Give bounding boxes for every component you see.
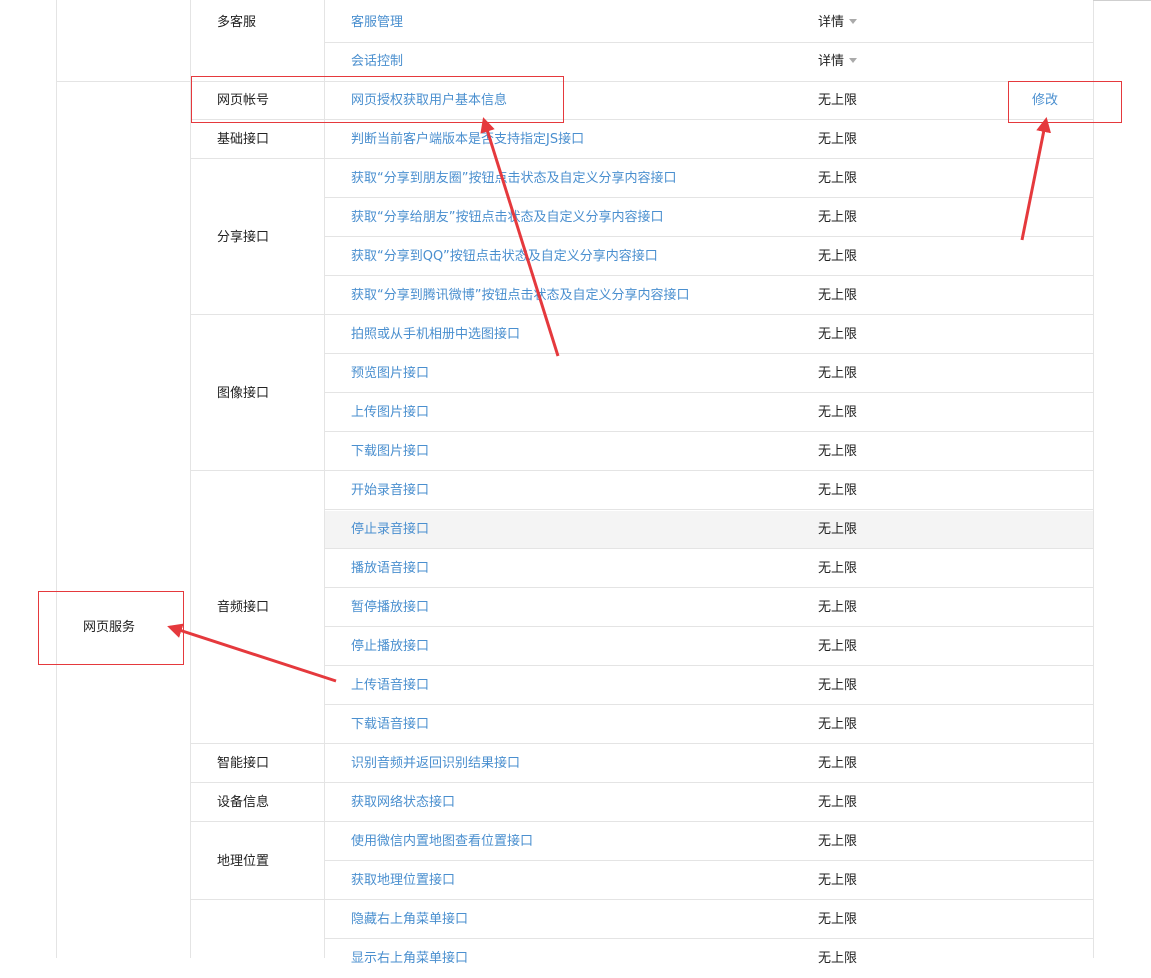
annotation-arrows [167,117,1052,683]
arrow-to-webpage-account [480,117,560,357]
arrow-to-webpage-service [167,623,337,683]
arrow-to-modify [1020,117,1052,241]
